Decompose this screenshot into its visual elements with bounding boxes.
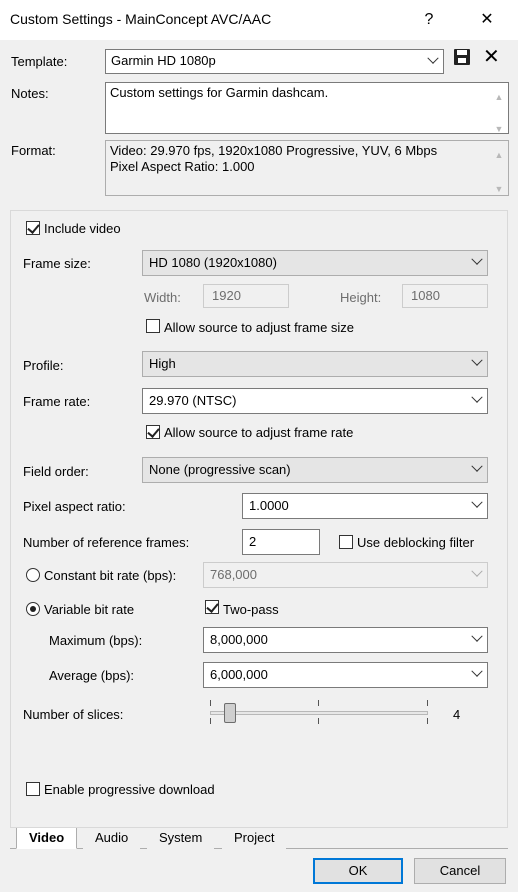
progressive-download-label: Enable progressive download xyxy=(44,782,215,797)
cancel-button[interactable]: Cancel xyxy=(414,858,506,884)
frame-rate-combo[interactable]: 29.970 (NTSC) xyxy=(142,388,488,414)
average-label: Average (bps): xyxy=(49,668,135,683)
width-value: 1920 xyxy=(212,288,241,303)
pixel-aspect-label: Pixel aspect ratio: xyxy=(23,499,126,514)
maximum-label: Maximum (bps): xyxy=(49,633,143,648)
pixel-aspect-value: 1.0000 xyxy=(249,498,289,513)
slider-tick xyxy=(318,718,319,724)
save-icon[interactable] xyxy=(454,49,470,65)
frame-size-combo[interactable]: HD 1080 (1920x1080) xyxy=(142,250,488,276)
two-pass-label: Two-pass xyxy=(223,602,279,617)
constant-bitrate-value: 768,000 xyxy=(210,567,257,582)
include-video-label: Include video xyxy=(44,221,121,236)
chevron-down-icon xyxy=(471,253,483,265)
deblocking-label: Use deblocking filter xyxy=(357,535,475,550)
chevron-down-icon xyxy=(427,52,439,64)
chevron-down-icon xyxy=(471,565,483,577)
slices-slider-track[interactable] xyxy=(210,711,428,715)
width-label: Width: xyxy=(144,290,181,305)
template-label: Template: xyxy=(11,54,68,69)
progressive-download-checkbox[interactable] xyxy=(26,782,40,796)
slider-tick xyxy=(318,700,319,706)
ok-button[interactable]: OK xyxy=(313,858,403,884)
title-bar: Custom Settings - MainConcept AVC/AAC ? … xyxy=(0,0,518,40)
height-value: 1080 xyxy=(411,288,440,303)
constant-bitrate-combo[interactable]: 768,000 xyxy=(203,562,488,588)
constant-bitrate-label: Constant bit rate (bps): xyxy=(44,568,177,583)
constant-bitrate-radio[interactable] xyxy=(26,568,40,582)
allow-frame-size-checkbox[interactable] xyxy=(146,319,160,333)
allow-frame-rate-checkbox[interactable] xyxy=(146,425,160,439)
format-line-1: Video: 29.970 fps, 1920x1080 Progressive… xyxy=(110,143,438,158)
help-button[interactable]: ? xyxy=(414,6,444,34)
slider-tick xyxy=(210,700,211,706)
maximum-combo[interactable]: 8,000,000 xyxy=(203,627,488,653)
maximum-value: 8,000,000 xyxy=(210,632,268,647)
close-button[interactable]: ✕ xyxy=(472,6,502,34)
notes-label: Notes: xyxy=(11,86,49,101)
width-field[interactable]: 1920 xyxy=(203,284,289,308)
chevron-down-icon xyxy=(471,496,483,508)
chevron-down-icon xyxy=(471,630,483,642)
profile-value: High xyxy=(149,356,176,371)
scroll-down-icon[interactable]: ▼ xyxy=(494,121,504,134)
chevron-down-icon xyxy=(471,665,483,677)
template-combo[interactable]: Garmin HD 1080p xyxy=(105,49,444,74)
slices-label: Number of slices: xyxy=(23,707,124,722)
height-label: Height: xyxy=(340,290,382,305)
slider-tick xyxy=(427,700,428,706)
frame-size-value: HD 1080 (1920x1080) xyxy=(149,255,277,270)
scroll-up-icon[interactable]: ▲ xyxy=(494,147,504,160)
field-order-value: None (progressive scan) xyxy=(149,462,291,477)
tab-project[interactable]: Project xyxy=(222,828,287,849)
average-value: 6,000,000 xyxy=(210,667,268,682)
field-order-label: Field order: xyxy=(23,464,89,479)
frame-size-label: Frame size: xyxy=(23,256,91,271)
format-line-2: Pixel Aspect Ratio: 1.000 xyxy=(110,159,255,174)
format-label: Format: xyxy=(11,143,56,158)
deblocking-checkbox[interactable] xyxy=(339,535,353,549)
ref-frames-field[interactable]: 2 xyxy=(242,529,320,555)
scroll-up-icon[interactable]: ▲ xyxy=(494,89,504,102)
frame-rate-value: 29.970 (NTSC) xyxy=(149,393,237,408)
scroll-down-icon[interactable]: ▼ xyxy=(494,181,504,194)
pixel-aspect-combo[interactable]: 1.0000 xyxy=(242,493,488,519)
slices-slider-thumb[interactable] xyxy=(224,703,236,723)
include-video-checkbox[interactable] xyxy=(26,221,40,235)
variable-bitrate-radio[interactable] xyxy=(26,602,40,616)
chevron-down-icon xyxy=(471,460,483,472)
tab-video[interactable]: Video xyxy=(16,828,78,849)
ref-frames-label: Number of reference frames: xyxy=(23,535,190,550)
variable-bitrate-label: Variable bit rate xyxy=(44,602,135,617)
ref-frames-value: 2 xyxy=(249,534,257,549)
height-field[interactable]: 1080 xyxy=(402,284,488,308)
slider-tick xyxy=(210,718,211,724)
allow-frame-rate-label: Allow source to adjust frame rate xyxy=(164,425,354,440)
chevron-down-icon xyxy=(471,391,483,403)
notes-field[interactable]: Custom settings for Garmin dashcam. ▲ ▼ xyxy=(105,82,509,134)
average-combo[interactable]: 6,000,000 xyxy=(203,662,488,688)
profile-combo[interactable]: High xyxy=(142,351,488,377)
tab-system[interactable]: System xyxy=(147,828,215,849)
tab-audio[interactable]: Audio xyxy=(83,828,141,849)
profile-label: Profile: xyxy=(23,358,64,373)
format-field: Video: 29.970 fps, 1920x1080 Progressive… xyxy=(105,140,509,196)
frame-rate-label: Frame rate: xyxy=(23,394,91,409)
window-title: Custom Settings - MainConcept AVC/AAC xyxy=(10,11,272,27)
notes-value: Custom settings for Garmin dashcam. xyxy=(110,85,329,100)
chevron-down-icon xyxy=(471,354,483,366)
delete-template-icon[interactable]: ✕ xyxy=(483,44,500,69)
two-pass-checkbox[interactable] xyxy=(205,600,219,614)
slider-tick xyxy=(427,718,428,724)
template-value: Garmin HD 1080p xyxy=(111,53,216,68)
allow-frame-size-label: Allow source to adjust frame size xyxy=(164,320,355,335)
slices-value: 4 xyxy=(453,707,461,722)
field-order-combo[interactable]: None (progressive scan) xyxy=(142,457,488,483)
